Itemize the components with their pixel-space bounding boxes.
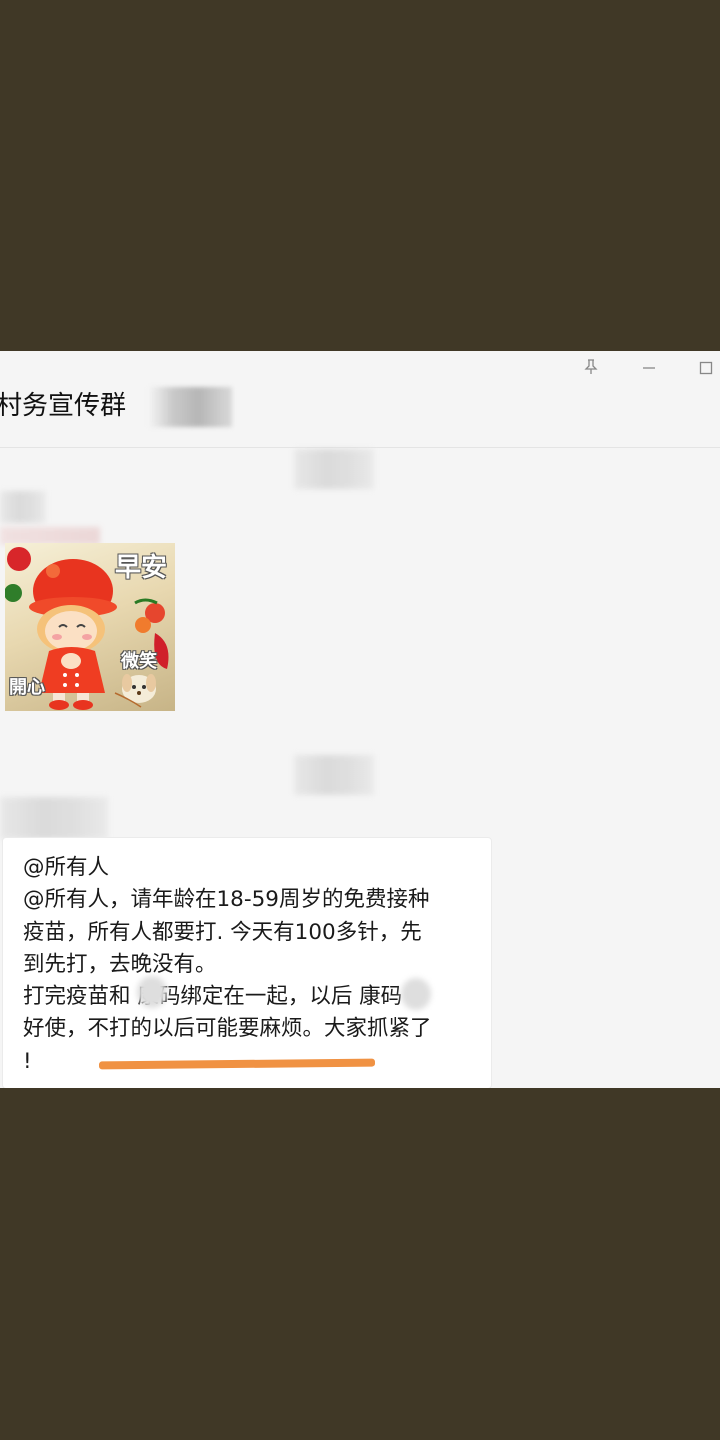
- chat-window: 村务宣传群 早安 微笑 開心 @所有人 @所有人，请年龄在18-59周岁的免费接…: [0, 351, 720, 1088]
- minimize-icon[interactable]: [635, 355, 663, 379]
- redacted-title-suffix: [148, 387, 232, 427]
- sticker-happy-text: 開心: [9, 677, 45, 698]
- message-line: 疫苗，所有人都要打. 今天有100多针，先: [23, 919, 422, 945]
- redacted-timestamp: [294, 755, 374, 795]
- redacted-sender-name: [0, 491, 46, 523]
- message-text: @所有人 @所有人，请年龄在18-59周岁的免费接种 疫苗，所有人都要打. 今天…: [23, 852, 487, 1078]
- redacted-sender-name: [0, 797, 108, 839]
- redaction-smudge: [401, 978, 431, 1010]
- redacted-timestamp: [294, 449, 374, 489]
- message-line: @所有人: [23, 855, 110, 880]
- message-line: 好使，不打的以后可能要麻烦。大家抓紧了: [23, 1016, 432, 1042]
- chat-title: 村务宣传群: [0, 391, 127, 421]
- message-bubble[interactable]: @所有人 @所有人，请年龄在18-59周岁的免费接种 疫苗，所有人都要打. 今天…: [2, 837, 492, 1088]
- message-line: 到先打，去晚没有。: [23, 951, 217, 977]
- sticker-image[interactable]: 早安 微笑 開心: [5, 543, 175, 711]
- maximize-icon[interactable]: [692, 355, 720, 379]
- redaction-smudge: [137, 976, 167, 1008]
- message-line: @所有人，请年龄在18-59周岁的免费接种: [23, 887, 430, 913]
- sticker-greeting-text: 早安: [114, 553, 167, 583]
- title-bar: 村务宣传群: [0, 351, 720, 448]
- sticker-smile-text: 微笑: [121, 651, 157, 672]
- pin-icon[interactable]: [577, 355, 605, 379]
